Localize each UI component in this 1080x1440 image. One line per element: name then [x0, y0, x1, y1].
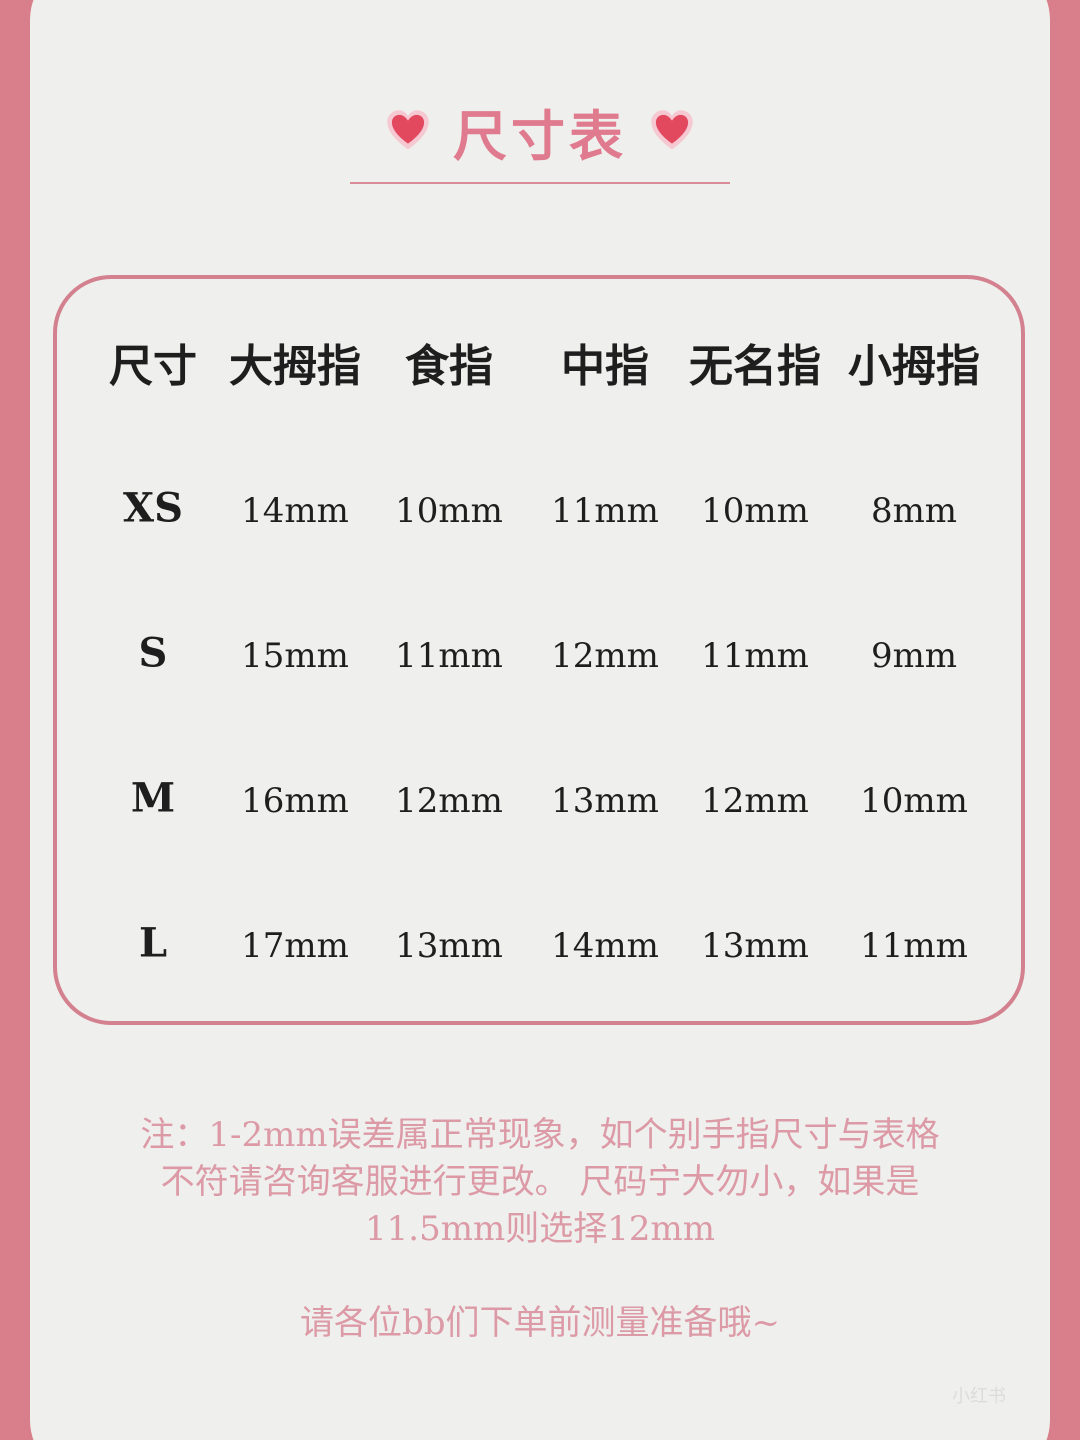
table-cell: 11mm [395, 636, 503, 676]
table-cell: 15mm [241, 636, 349, 676]
table-cell: 10mm [701, 491, 809, 531]
table-cell: 12mm [551, 636, 659, 676]
heart-icon [651, 110, 693, 150]
table-cell: 11mm [701, 636, 809, 676]
table-cell: 12mm [395, 781, 503, 821]
header-ring: 无名指 [689, 341, 821, 392]
header-middle: 中指 [561, 341, 649, 392]
table-cell: 11mm [860, 926, 968, 966]
row-size-label: XS [123, 484, 183, 532]
heart-icon [387, 110, 429, 150]
table-cell: 14mm [551, 926, 659, 966]
closing-note: 请各位bb们下单前测量准备哦~ [299, 1303, 781, 1343]
row-size-label: L [138, 919, 168, 967]
note-line: 11.5mm则选择12mm [365, 1209, 715, 1249]
header-size: 尺寸 [109, 341, 197, 392]
title-bar: 尺寸表 [0, 96, 1080, 168]
watermark: 小红书 [952, 1386, 1006, 1407]
note-line: 不符请咨询客服进行更改。 尺码宁大勿小，如果是 [160, 1162, 920, 1202]
header-little: 小拇指 [848, 341, 980, 392]
table-cell: 12mm [701, 781, 809, 821]
note-line: 注：1-2mm误差属正常现象，如个别手指尺寸与表格 [140, 1115, 940, 1155]
table-cell: 9mm [870, 636, 958, 676]
table-cell: 8mm [870, 491, 958, 531]
table-cell: 16mm [241, 781, 349, 821]
header-thumb: 大拇指 [229, 341, 361, 392]
table-cell: 13mm [551, 781, 659, 821]
table-cell: 13mm [701, 926, 809, 966]
title-divider [350, 182, 730, 184]
sizing-note: 注：1-2mm误差属正常现象，如个别手指尺寸与表格 不符请咨询客服进行更改。 尺… [100, 1112, 980, 1253]
table-cell: 10mm [395, 491, 503, 531]
table-cell: 13mm [395, 926, 503, 966]
page-title: 尺寸表 [453, 103, 627, 168]
table-cell: 14mm [241, 491, 349, 531]
row-size-label: M [130, 774, 176, 822]
table-cell: 17mm [241, 926, 349, 966]
header-index: 食指 [405, 341, 493, 392]
table-cell: 11mm [551, 491, 659, 531]
row-size-label: S [138, 629, 168, 677]
table-cell: 10mm [860, 781, 968, 821]
